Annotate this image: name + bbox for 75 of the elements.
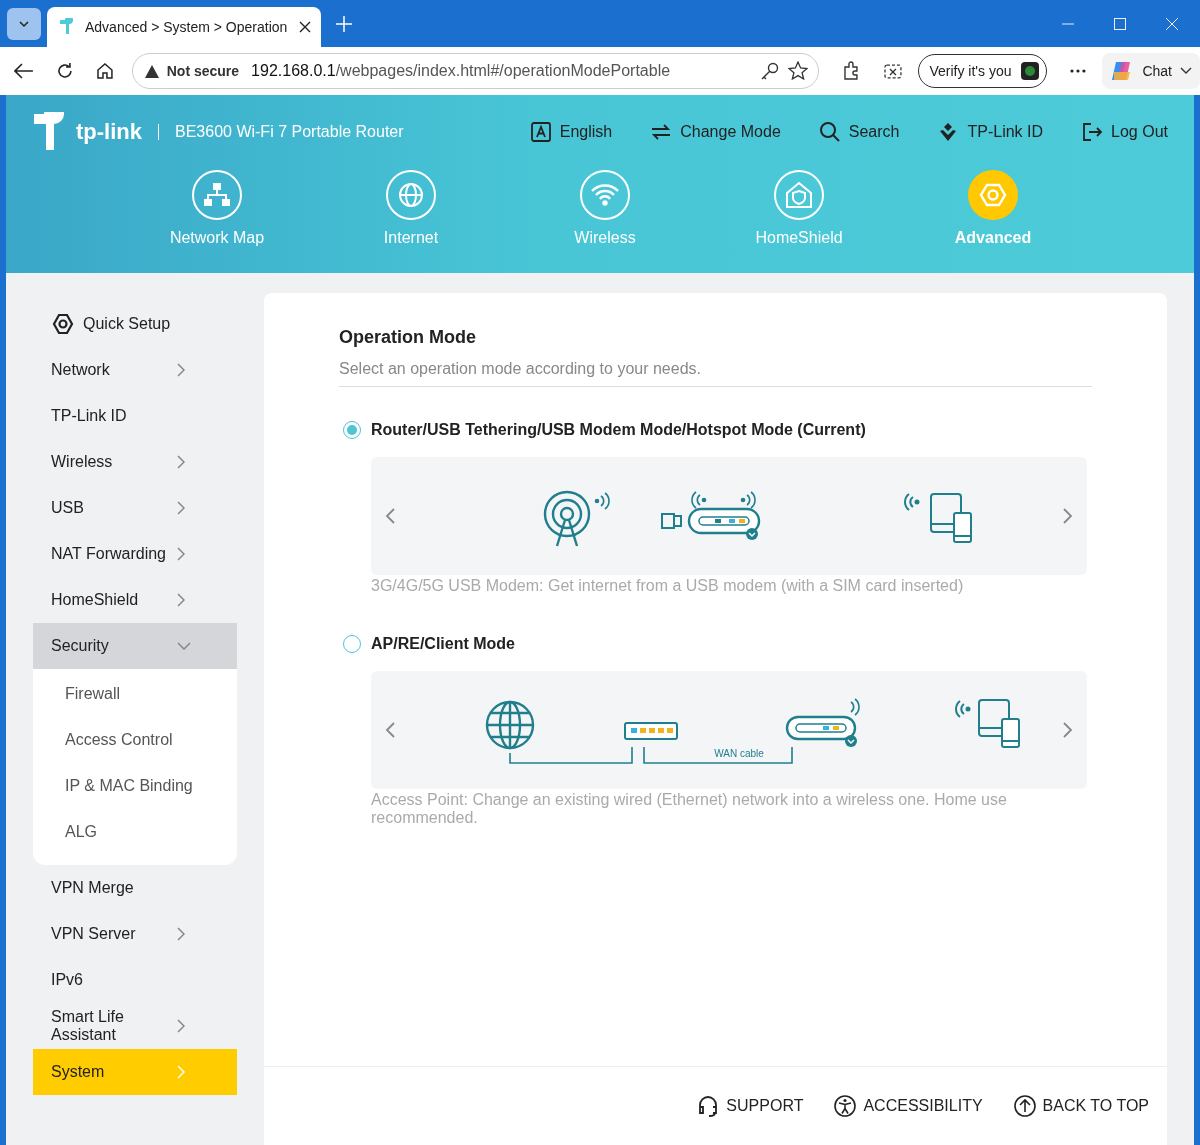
back-icon[interactable] (14, 63, 34, 79)
devices-icon (904, 493, 972, 543)
mode-label: Router/USB Tethering/USB Modem Mode/Hotspot Mode (Current) (371, 421, 866, 439)
search-icon (818, 121, 841, 143)
submenu-item[interactable]: Access Control (33, 717, 237, 763)
model-name: BE3600 Wi-Fi 7 Portable Router (175, 123, 404, 141)
key-icon[interactable] (759, 61, 780, 81)
mode-description: Access Point: Change an existing wired (Ethernet) network into a wireless one. Home use recommended. (371, 791, 1008, 827)
devices-icon (955, 699, 1020, 748)
next-button[interactable] (1063, 722, 1073, 738)
usb-stick-icon (661, 513, 682, 529)
more-icon[interactable] (1068, 68, 1087, 74)
menu-item[interactable]: TP-Link ID (33, 393, 237, 439)
wifi-icon (579, 169, 631, 221)
maximize-icon[interactable] (1114, 17, 1126, 30)
new-tab-icon[interactable] (335, 14, 353, 33)
footer-link[interactable]: SUPPORT (696, 1094, 804, 1118)
shield-house-icon (773, 169, 825, 221)
menu-item[interactable]: Security (33, 623, 237, 669)
network-icon (191, 169, 243, 221)
header-link[interactable]: Log Out (1081, 121, 1168, 143)
next-button[interactable] (1063, 508, 1073, 524)
antenna-icon (543, 490, 591, 548)
star-icon[interactable] (787, 61, 808, 81)
switch-icon (624, 722, 678, 740)
footer-link[interactable]: ACCESSIBILITY (833, 1094, 983, 1118)
menu-item[interactable]: USB (33, 485, 237, 531)
header-link[interactable]: Change Mode (650, 121, 781, 143)
router-icon (687, 507, 761, 540)
menu-item[interactable]: Smart Life Assistant (33, 1003, 237, 1049)
menu-item[interactable]: Wireless (33, 439, 237, 485)
close-icon[interactable] (299, 21, 311, 33)
wifi-signal-icon (594, 492, 610, 510)
chevron-down-icon (1180, 67, 1192, 75)
profile-icon (1019, 61, 1040, 81)
submenu-item[interactable]: ALG (33, 809, 237, 855)
mode-description: 3G/4G/5G USB Modem: Get internet from a USB modem (with a SIM card inserted) (371, 577, 965, 595)
menu-item[interactable]: HomeShield (33, 577, 237, 623)
globe-icon (385, 169, 437, 221)
submenu-item[interactable]: Firewall (33, 671, 237, 717)
gear-icon (51, 312, 75, 336)
router-icon (785, 698, 860, 747)
menu-item[interactable]: IPv6 (33, 957, 237, 1003)
gear-icon (967, 169, 1019, 221)
previous-button[interactable] (385, 722, 395, 738)
brand-name: tp-link (76, 119, 142, 145)
screenshot-icon[interactable] (882, 61, 903, 81)
menu-item[interactable]: System (33, 1049, 237, 1095)
menu-item[interactable]: Network (33, 347, 237, 393)
tp-logo-icon (57, 18, 75, 36)
home-icon[interactable] (95, 62, 114, 80)
globe-icon (485, 700, 535, 750)
tab-menu-button[interactable] (7, 7, 41, 40)
header-link[interactable]: TP-Link ID (937, 121, 1044, 143)
language-icon (529, 121, 552, 143)
menu-item[interactable]: VPN Server (33, 911, 237, 957)
refresh-icon[interactable] (55, 62, 74, 80)
mode-label: AP/RE/Client Mode (371, 635, 515, 653)
footer-link[interactable]: BACK TO TOP (1012, 1094, 1149, 1118)
cable-label: WAN cable (714, 748, 764, 759)
header-link[interactable]: English (529, 121, 613, 143)
logout-icon (1081, 121, 1104, 143)
chat-button[interactable]: Chat (1102, 53, 1200, 89)
submenu-item[interactable]: IP & MAC Binding (33, 763, 237, 809)
warning-icon (144, 64, 159, 78)
menu-item[interactable]: VPN Merge (33, 865, 237, 911)
menu-item[interactable]: NAT Forwarding (33, 531, 237, 577)
page-title: Operation Mode (339, 327, 477, 348)
browser-tab[interactable]: Advanced > System > Operation (47, 7, 321, 47)
page-subtitle: Select an operation mode according to your needs. (339, 360, 1092, 387)
accessibility-icon (833, 1094, 858, 1118)
menu-item[interactable]: Quick Setup (33, 301, 237, 347)
wifi-signal-icon (691, 491, 756, 509)
header-link[interactable]: Search (818, 121, 900, 143)
previous-button[interactable] (385, 508, 395, 524)
